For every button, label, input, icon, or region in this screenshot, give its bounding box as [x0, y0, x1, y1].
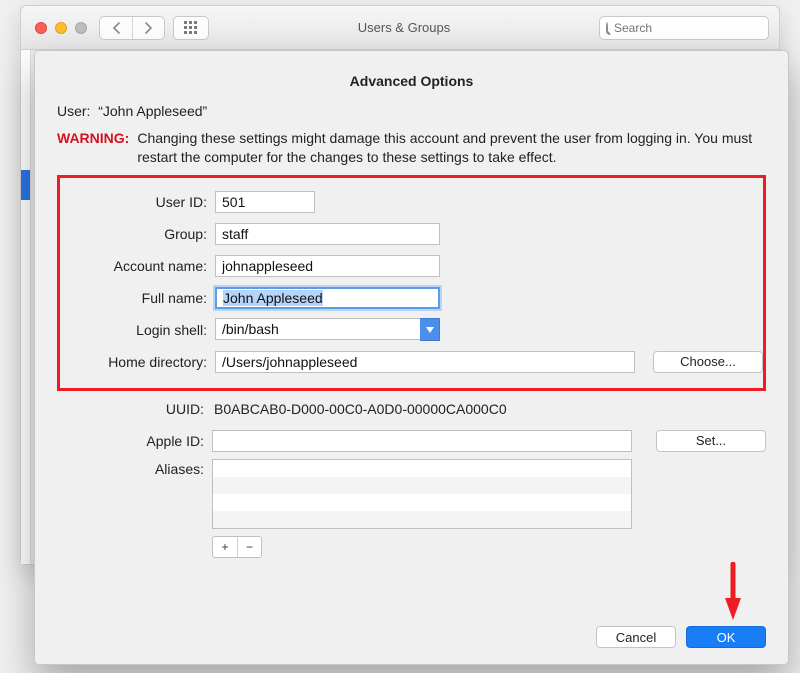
arrow-annotation [724, 562, 742, 622]
group-field[interactable] [215, 223, 440, 245]
cancel-button[interactable]: Cancel [596, 626, 676, 648]
label-login-shell: Login shell: [60, 322, 215, 338]
row-group: Group: [60, 220, 763, 248]
advanced-options-sheet: Advanced Options User: “John Appleseed” … [34, 50, 789, 665]
row-aliases: Aliases: [57, 459, 766, 529]
label-user-id: User ID: [60, 194, 215, 210]
login-shell-field[interactable] [215, 318, 420, 340]
back-button[interactable] [100, 17, 132, 39]
label-apple-id: Apple ID: [57, 433, 212, 449]
close-window-button[interactable] [35, 22, 47, 34]
chevron-down-icon[interactable] [420, 318, 440, 341]
label-group: Group: [60, 226, 215, 242]
list-row [213, 477, 631, 494]
label-full-name: Full name: [60, 290, 215, 306]
user-line: User: “John Appleseed” [57, 103, 766, 119]
warning-row: WARNING: Changing these settings might d… [57, 129, 766, 167]
search-field-wrap[interactable] [599, 16, 769, 40]
search-input[interactable] [612, 20, 771, 36]
window-title: Users & Groups [217, 20, 591, 35]
row-uuid: UUID: B0ABCAB0-D000-00C0-A0D0-00000CA000… [57, 395, 766, 423]
grid-icon [174, 17, 208, 39]
warning-label: WARNING: [57, 129, 129, 167]
window-controls [31, 22, 91, 34]
user-id-field[interactable] [215, 191, 315, 213]
forward-button[interactable] [132, 17, 164, 39]
row-login-shell: Login shell: [60, 316, 763, 344]
search-icon [606, 22, 608, 34]
sidebar-selection [21, 170, 30, 200]
login-shell-combo[interactable] [215, 318, 440, 341]
sheet-title: Advanced Options [57, 73, 766, 89]
label-account-name: Account name: [60, 258, 215, 274]
row-alias-controls: + − [57, 533, 766, 561]
sheet-buttons: Cancel OK [596, 626, 766, 648]
label-home-dir: Home directory: [60, 354, 215, 370]
warning-text: Changing these settings might damage thi… [137, 129, 766, 167]
label-uuid: UUID: [57, 401, 212, 417]
row-home-dir: Home directory: Choose... [60, 348, 763, 376]
row-account-name: Account name: [60, 252, 763, 280]
titlebar: Users & Groups [21, 6, 779, 50]
nav-back-forward [99, 16, 165, 40]
row-user-id: User ID: [60, 188, 763, 216]
list-row [213, 511, 631, 528]
aliases-list[interactable] [212, 459, 632, 529]
show-all-button[interactable] [173, 16, 209, 40]
full-name-field[interactable] [215, 287, 440, 309]
add-alias-button[interactable]: + [213, 537, 237, 557]
user-value: “John Appleseed” [98, 103, 207, 119]
row-apple-id: Apple ID: Set... [57, 427, 766, 455]
highlight-annotation: User ID: Group: Account name: Full name:… [57, 175, 766, 391]
sidebar [21, 50, 31, 564]
row-full-name: Full name: [60, 284, 763, 312]
home-dir-field[interactable] [215, 351, 635, 373]
account-name-field[interactable] [215, 255, 440, 277]
apple-id-field[interactable] [212, 430, 632, 452]
alias-plus-minus: + − [212, 536, 262, 558]
list-row [213, 460, 631, 477]
user-label: User: [57, 103, 90, 119]
ok-button[interactable]: OK [686, 626, 766, 648]
label-aliases: Aliases: [57, 459, 212, 477]
set-apple-id-button[interactable]: Set... [656, 430, 766, 452]
remove-alias-button[interactable]: − [237, 537, 261, 557]
choose-button[interactable]: Choose... [653, 351, 763, 373]
uuid-value: B0ABCAB0-D000-00C0-A0D0-00000CA000C0 [212, 401, 507, 417]
list-row [213, 494, 631, 511]
zoom-window-button [75, 22, 87, 34]
minimize-window-button[interactable] [55, 22, 67, 34]
